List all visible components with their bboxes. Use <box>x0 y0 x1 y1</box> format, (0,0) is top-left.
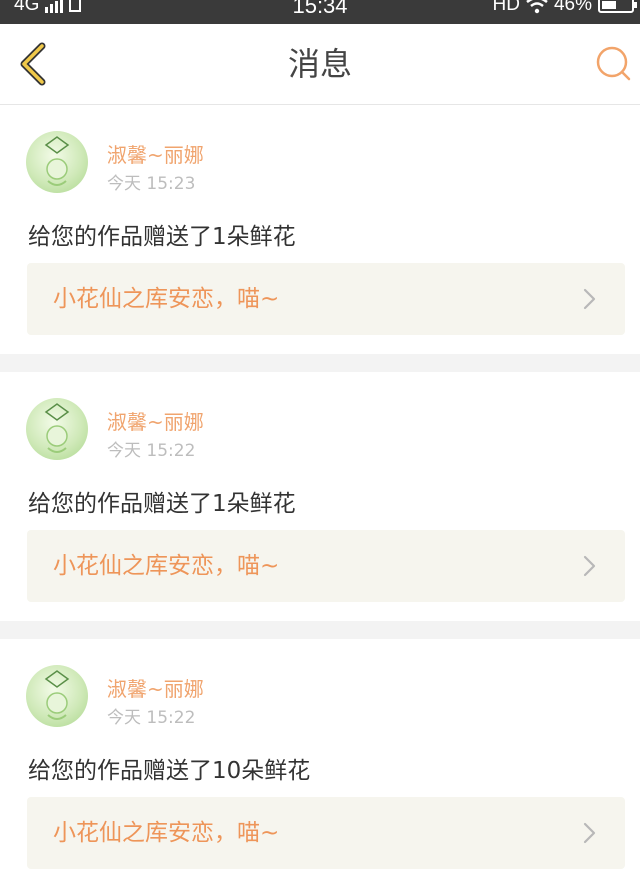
message-time: 今天 15:23 <box>107 174 196 194</box>
user-name[interactable]: 淑馨~丽娜 <box>107 406 204 435</box>
avatar[interactable] <box>26 665 88 727</box>
work-title: 小花仙之库安恋，喵~ <box>53 820 280 846</box>
message-card: 淑馨~丽娜 今天 15:22 给您的作品赠送了10朵鲜花 小花仙之库安恋，喵~ <box>0 639 640 888</box>
chevron-right-icon <box>583 822 596 844</box>
message-time: 今天 15:22 <box>107 441 196 461</box>
work-link[interactable]: 小花仙之库安恋，喵~ <box>27 797 625 869</box>
work-title: 小花仙之库安恋，喵~ <box>53 286 280 312</box>
status-right: HD 46% <box>492 0 637 16</box>
chevron-right-icon <box>583 555 596 577</box>
divider <box>0 354 640 372</box>
wifi-icon <box>526 0 548 14</box>
message-text: 给您的作品赠送了10朵鲜花 <box>28 758 311 784</box>
message-time: 今天 15:22 <box>107 708 196 728</box>
message-card: 淑馨~丽娜 今天 15:22 给您的作品赠送了1朵鲜花 小花仙之库安恋，喵~ <box>0 372 640 621</box>
user-name[interactable]: 淑馨~丽娜 <box>107 139 204 168</box>
work-link[interactable]: 小花仙之库安恋，喵~ <box>27 530 625 602</box>
user-name[interactable]: 淑馨~丽娜 <box>107 673 204 702</box>
status-bar: 4G 15:34 HD 46% <box>0 0 640 24</box>
search-button[interactable] <box>594 44 634 84</box>
battery-percent: 46% <box>553 0 592 15</box>
search-icon <box>596 46 631 81</box>
message-text: 给您的作品赠送了1朵鲜花 <box>28 491 296 517</box>
message-text: 给您的作品赠送了1朵鲜花 <box>28 224 296 250</box>
message-list: 淑馨~丽娜 今天 15:23 给您的作品赠送了1朵鲜花 小花仙之库安恋，喵~ 淑… <box>0 105 640 888</box>
nav-bar: 消息 <box>0 24 640 105</box>
work-link[interactable]: 小花仙之库安恋，喵~ <box>27 263 625 335</box>
divider <box>0 621 640 639</box>
avatar[interactable] <box>26 398 88 460</box>
work-title: 小花仙之库安恋，喵~ <box>53 553 280 579</box>
battery-icon <box>598 0 637 13</box>
page-title: 消息 <box>287 45 352 83</box>
chevron-right-icon <box>583 288 596 310</box>
hd-indicator: HD <box>492 0 520 15</box>
message-card: 淑馨~丽娜 今天 15:23 给您的作品赠送了1朵鲜花 小花仙之库安恋，喵~ <box>0 105 640 354</box>
avatar[interactable] <box>26 131 88 193</box>
